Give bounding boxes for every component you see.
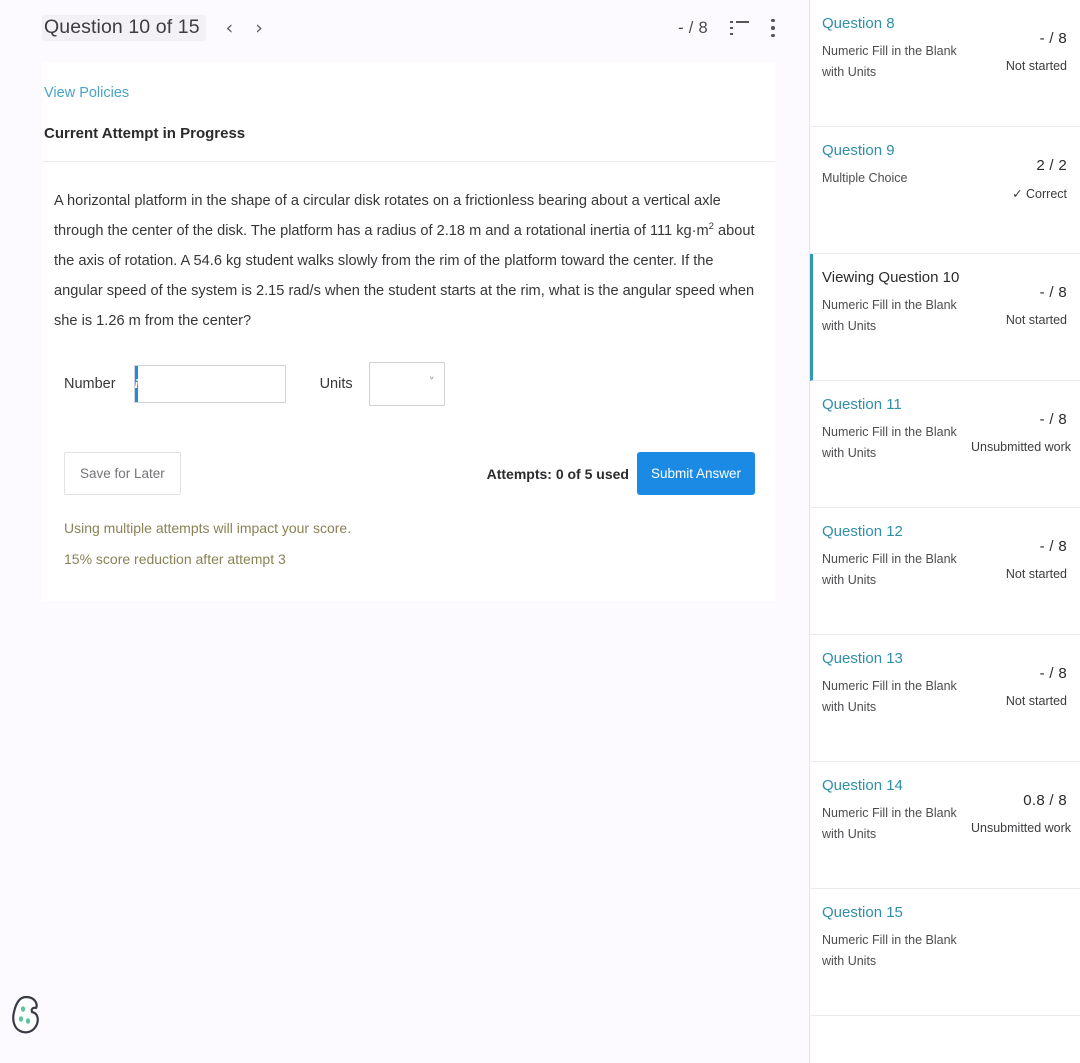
question-item-name[interactable]: Viewing Question 10 — [822, 268, 965, 288]
question-list-item[interactable]: Question 15 Numeric Fill in the Blank wit… — [810, 889, 1080, 1016]
answer-input-row: Number i Units ˅ — [42, 336, 775, 406]
question-item-status: Unsubmitted work — [971, 821, 1072, 835]
question-item-type: Numeric Fill in the Blank with Units — [822, 552, 957, 587]
view-policies-link[interactable]: View Policies — [44, 85, 129, 101]
list-icon — [730, 20, 749, 36]
question-item-meta: 0.8 / 8 Unsubmitted work — [971, 776, 1072, 870]
units-label: Units — [319, 376, 353, 392]
question-item-info: Question 13 Numeric Fill in the Blank wit… — [822, 649, 971, 743]
question-item-status: ✓ Correct — [1012, 187, 1067, 201]
cookie-icon-svg — [12, 995, 39, 1034]
question-header: Question 10 of 15 ‹ › - / 8 — [0, 0, 809, 56]
question-item-score: - / 8 — [1039, 30, 1067, 47]
kebab-menu-icon — [771, 18, 775, 38]
question-list-item[interactable]: Question 11 Numeric Fill in the Blank wit… — [810, 381, 1080, 508]
notice-score-reduction: 15% score reduction after attempt 3 — [64, 551, 286, 567]
cookie-consent-icon[interactable] — [9, 993, 43, 1037]
chevron-down-icon: ˅ — [428, 375, 435, 390]
action-row: Save for Later Attempts: 0 of 5 used Sub… — [42, 406, 775, 495]
question-item-meta: 2 / 2 ✓ Correct — [971, 141, 1067, 235]
question-card: View Policies Current Attempt in Progres… — [42, 62, 775, 601]
question-item-type: Numeric Fill in the Blank with Units — [822, 679, 957, 714]
score-notices: Using multiple attempts will impact your… — [42, 495, 775, 575]
card-inner: View Policies Current Attempt in Progres… — [42, 84, 775, 142]
question-text: A horizontal platform in the shape of a … — [42, 162, 775, 336]
notice-multiple-attempts: Using multiple attempts will impact your… — [64, 520, 352, 536]
question-item-score: - / 8 — [1039, 411, 1067, 428]
question-item-info: Question 12 Numeric Fill in the Blank wit… — [822, 522, 971, 616]
units-select[interactable]: ˅ — [368, 362, 445, 406]
question-item-info: Question 8 Numeric Fill in the Blank with… — [822, 14, 971, 108]
question-item-name[interactable]: Question 12 — [822, 522, 965, 542]
question-item-type: Multiple Choice — [822, 171, 908, 185]
question-item-info: Question 9 Multiple Choice — [822, 141, 971, 235]
question-item-score: - / 8 — [1039, 284, 1067, 301]
question-item-name[interactable]: Question 14 — [822, 776, 965, 796]
header-score: - / 8 — [678, 18, 708, 37]
question-item-type: Numeric Fill in the Blank with Units — [822, 298, 957, 333]
save-for-later-button[interactable]: Save for Later — [64, 452, 181, 495]
question-text-part1: A horizontal platform in the shape of a … — [54, 193, 721, 239]
question-item-info: Question 15 Numeric Fill in the Blank wit… — [822, 903, 971, 997]
header-actions: - / 8 — [678, 19, 775, 38]
page-title: Question 10 of 15 — [42, 15, 206, 41]
question-list: Question 8 Numeric Fill in the Blank with… — [810, 0, 1080, 1016]
question-list-item-active[interactable]: Viewing Question 10 Numeric Fill in the B… — [810, 254, 1080, 381]
next-question-icon[interactable]: › — [255, 18, 263, 38]
question-list-item[interactable]: Question 9 Multiple Choice 2 / 2 ✓ Correct — [810, 127, 1080, 254]
question-item-info: Question 14 Numeric Fill in the Blank wit… — [822, 776, 971, 870]
question-navigation: ‹ › — [226, 18, 263, 38]
question-item-name[interactable]: Question 9 — [822, 141, 965, 161]
question-item-status: Not started — [1005, 694, 1067, 708]
number-label: Number — [64, 376, 116, 392]
question-item-score: - / 8 — [1039, 538, 1067, 555]
question-item-status: Unsubmitted work — [971, 440, 1072, 454]
question-item-type: Numeric Fill in the Blank with Units — [822, 933, 957, 968]
attempt-status-heading: Current Attempt in Progress — [44, 125, 246, 142]
number-input[interactable] — [138, 366, 336, 402]
main-content-column: Question 10 of 15 ‹ › - / 8 View Policie… — [0, 0, 809, 1063]
previous-question-icon[interactable]: ‹ — [226, 18, 234, 38]
submit-answer-button[interactable]: Submit Answer — [636, 452, 755, 495]
question-item-status: Not started — [1005, 59, 1067, 73]
question-item-meta: - / 8 Not started — [971, 649, 1067, 743]
question-list-item[interactable]: Question 12 Numeric Fill in the Blank wit… — [810, 508, 1080, 635]
question-list-item[interactable]: Question 13 Numeric Fill in the Blank wit… — [810, 635, 1080, 762]
question-item-info: Question 11 Numeric Fill in the Blank wit… — [822, 395, 971, 489]
question-list-sidebar[interactable]: Question 8 Numeric Fill in the Blank with… — [809, 0, 1080, 1063]
question-item-meta — [971, 903, 1067, 997]
question-item-status: Not started — [1005, 313, 1067, 327]
number-field-wrapper: i — [133, 365, 336, 403]
question-list-button[interactable] — [730, 20, 749, 36]
more-options-button[interactable] — [771, 18, 775, 38]
question-item-name[interactable]: Question 8 — [822, 14, 965, 34]
question-item-name[interactable]: Question 15 — [822, 903, 965, 923]
question-item-meta: - / 8 Unsubmitted work — [971, 395, 1072, 489]
question-item-name[interactable]: Question 11 — [822, 395, 965, 415]
question-item-score: - / 8 — [1039, 665, 1067, 682]
question-item-meta: - / 8 Not started — [971, 14, 1067, 108]
question-item-meta: - / 8 Not started — [971, 522, 1067, 616]
question-item-type: Numeric Fill in the Blank with Units — [822, 806, 957, 841]
question-item-info: Viewing Question 10 Numeric Fill in the B… — [822, 268, 971, 362]
question-item-meta: - / 8 Not started — [971, 268, 1067, 362]
quiz-page: Question 10 of 15 ‹ › - / 8 View Policie… — [0, 0, 1080, 1063]
question-item-score: 0.8 / 8 — [1023, 792, 1067, 809]
question-item-type: Numeric Fill in the Blank with Units — [822, 44, 957, 79]
question-list-item[interactable]: Question 14 Numeric Fill in the Blank wit… — [810, 762, 1080, 889]
submit-area: Attempts: 0 of 5 used Submit Answer — [487, 452, 755, 495]
question-item-type: Numeric Fill in the Blank with Units — [822, 425, 957, 460]
question-item-status: Not started — [1005, 567, 1067, 581]
attempts-counter: Attempts: 0 of 5 used — [486, 465, 629, 482]
question-item-name[interactable]: Question 13 — [822, 649, 965, 669]
question-item-score: 2 / 2 — [1036, 157, 1067, 174]
question-list-item[interactable]: Question 8 Numeric Fill in the Blank with… — [810, 0, 1080, 127]
